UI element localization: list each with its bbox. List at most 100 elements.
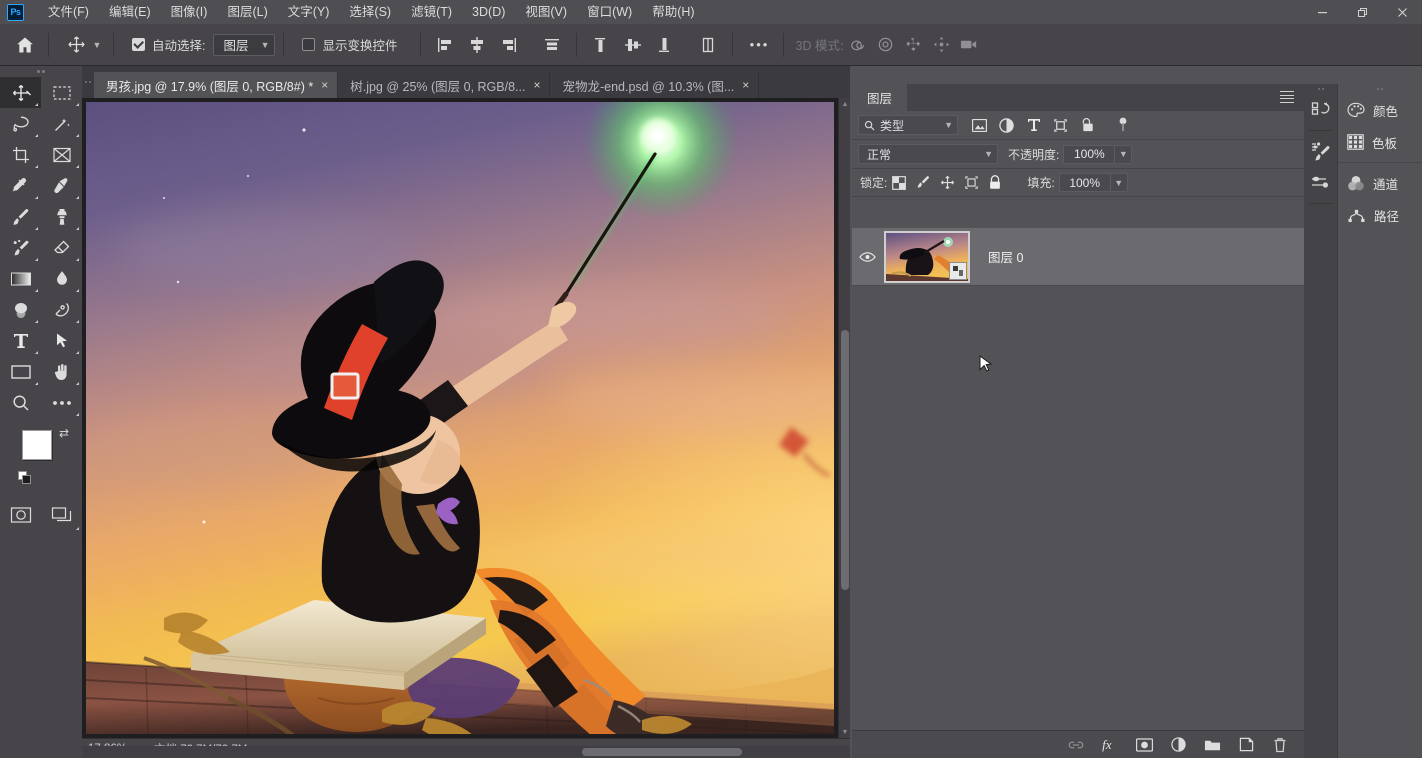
- auto-select-scope-dropdown[interactable]: 图层 ▼: [213, 33, 276, 56]
- quick-mask-icon[interactable]: [0, 498, 41, 532]
- fill-stepper-chevron-down-icon[interactable]: ▼: [1110, 173, 1128, 192]
- rectangular-marquee-tool[interactable]: [41, 77, 82, 108]
- history-panel-icon[interactable]: [1304, 94, 1338, 126]
- lasso-tool[interactable]: [0, 108, 41, 139]
- crop-tool[interactable]: [0, 139, 41, 170]
- filter-smart-object-icon[interactable]: [1074, 114, 1101, 136]
- canvas-horizontal-scrollbar[interactable]: [82, 746, 850, 758]
- filter-shape-icon[interactable]: [1047, 114, 1074, 136]
- layer-name[interactable]: 图层 0: [988, 247, 1023, 266]
- tab-layers[interactable]: 图层: [852, 84, 908, 111]
- roll-3d-icon[interactable]: [871, 32, 899, 58]
- brush-settings-panel-icon[interactable]: [1304, 135, 1338, 167]
- home-icon[interactable]: [10, 30, 40, 60]
- slide-3d-icon[interactable]: [927, 32, 955, 58]
- orbit-3d-icon[interactable]: [843, 32, 871, 58]
- adjustments-panel-icon[interactable]: [1304, 167, 1338, 199]
- table-row[interactable]: 图层 0: [852, 228, 1304, 286]
- link-icon[interactable]: [1064, 733, 1088, 757]
- align-right-edges-button[interactable]: [496, 32, 522, 58]
- default-colors-icon[interactable]: [18, 471, 32, 485]
- menu-3d[interactable]: 3D(D): [462, 1, 515, 23]
- doc-tab-dragon[interactable]: 宠物龙-end.psd @ 10.3% (图... ×: [550, 72, 760, 98]
- align-top-edges-button[interactable]: [539, 32, 565, 58]
- move-tool-icon[interactable]: [63, 32, 89, 58]
- align-left-edges-button[interactable]: [432, 32, 458, 58]
- distribute-bottom-edges-button[interactable]: [652, 32, 678, 58]
- filter-pixel-icon[interactable]: [966, 114, 993, 136]
- zoom-tool[interactable]: [0, 387, 41, 418]
- restore-button[interactable]: [1342, 0, 1382, 24]
- history-brush-tool[interactable]: [0, 232, 41, 263]
- clone-stamp-tool[interactable]: [41, 201, 82, 232]
- horizontal-scroll-thumb[interactable]: [582, 748, 742, 756]
- lock-transparent-pixels-icon[interactable]: [887, 172, 911, 194]
- magic-wand-tool[interactable]: [41, 108, 82, 139]
- hand-tool[interactable]: [41, 356, 82, 387]
- doc-tab-tree[interactable]: 树.jpg @ 25% (图层 0, RGB/8... ×: [338, 72, 551, 98]
- new-layer-icon[interactable]: [1234, 733, 1258, 757]
- canvas-area[interactable]: [82, 98, 850, 738]
- menu-window[interactable]: 窗口(W): [577, 1, 642, 23]
- filter-type-icon[interactable]: [1020, 114, 1047, 136]
- menu-image[interactable]: 图像(I): [161, 1, 218, 23]
- lock-image-pixels-icon[interactable]: [911, 172, 935, 194]
- filter-toggle-icon[interactable]: [1109, 114, 1136, 136]
- path-selection-tool[interactable]: [41, 325, 82, 356]
- distribute-top-edges-button[interactable]: [588, 32, 614, 58]
- lock-position-icon[interactable]: [935, 172, 959, 194]
- gradient-tool[interactable]: [0, 263, 41, 294]
- eyedropper-tool[interactable]: [0, 170, 41, 201]
- layer-visibility-toggle[interactable]: [852, 228, 882, 286]
- more-options-button[interactable]: •••: [745, 32, 775, 58]
- scroll-up-icon[interactable]: ▲: [839, 98, 851, 110]
- close-tab-icon[interactable]: ×: [533, 79, 540, 91]
- tabs-grip[interactable]: [82, 77, 94, 87]
- frame-tool[interactable]: [41, 139, 82, 170]
- dodge-tool[interactable]: [0, 294, 41, 325]
- type-tool[interactable]: [0, 325, 41, 356]
- adjustment-icon[interactable]: [1166, 733, 1190, 757]
- panel-color[interactable]: 颜色: [1338, 94, 1422, 126]
- panel-menu-icon[interactable]: [1280, 91, 1294, 103]
- trash-icon[interactable]: [1268, 733, 1292, 757]
- filter-adjustment-icon[interactable]: [993, 114, 1020, 136]
- artboard-image[interactable]: [86, 102, 834, 734]
- pen-tool[interactable]: [41, 294, 82, 325]
- edit-toolbar-button[interactable]: [41, 387, 82, 418]
- toolbar-grip[interactable]: [0, 66, 82, 77]
- mask-icon[interactable]: [1132, 733, 1156, 757]
- lock-artboard-nesting-icon[interactable]: [959, 172, 983, 194]
- canvas-vertical-scrollbar[interactable]: ▲ ▼: [838, 98, 850, 738]
- menu-view[interactable]: 视图(V): [515, 1, 577, 23]
- eraser-tool[interactable]: [41, 232, 82, 263]
- doc-tab-boy[interactable]: 男孩.jpg @ 17.9% (图层 0, RGB/8#) * ×: [94, 72, 339, 98]
- folder-icon[interactable]: [1200, 733, 1224, 757]
- menu-layer[interactable]: 图层(L): [217, 1, 277, 23]
- pan-3d-icon[interactable]: [899, 32, 927, 58]
- menu-edit[interactable]: 编辑(E): [99, 1, 161, 23]
- move-tool[interactable]: [0, 77, 41, 108]
- menu-file[interactable]: 文件(F): [38, 1, 99, 23]
- menu-help[interactable]: 帮助(H): [642, 1, 704, 23]
- close-tab-icon[interactable]: ×: [742, 79, 749, 91]
- layer-thumbnail[interactable]: [884, 230, 970, 283]
- panel-channels[interactable]: 通道: [1338, 167, 1422, 199]
- close-tab-icon[interactable]: ×: [321, 79, 328, 91]
- align-horizontal-centers-button[interactable]: [464, 32, 490, 58]
- menu-filter[interactable]: 滤镜(T): [401, 1, 462, 23]
- distribute-vertical-centers-button[interactable]: [620, 32, 646, 58]
- rectangle-tool[interactable]: [0, 356, 41, 387]
- close-button[interactable]: [1382, 0, 1422, 24]
- blend-mode-dropdown[interactable]: 正常 ▼: [858, 144, 998, 164]
- blur-tool[interactable]: [41, 263, 82, 294]
- panel-paths[interactable]: 路径: [1338, 199, 1422, 231]
- distribute-horizontal-button[interactable]: [695, 32, 721, 58]
- screen-mode-icon[interactable]: [41, 498, 82, 532]
- dock-grip[interactable]: [1304, 84, 1337, 94]
- show-transform-checkbox[interactable]: [302, 38, 316, 51]
- spot-healing-brush-tool[interactable]: [41, 170, 82, 201]
- filter-type-dropdown[interactable]: 类型 ▼: [858, 115, 958, 135]
- fx-icon[interactable]: fx: [1098, 733, 1122, 757]
- menu-type[interactable]: 文字(Y): [278, 1, 340, 23]
